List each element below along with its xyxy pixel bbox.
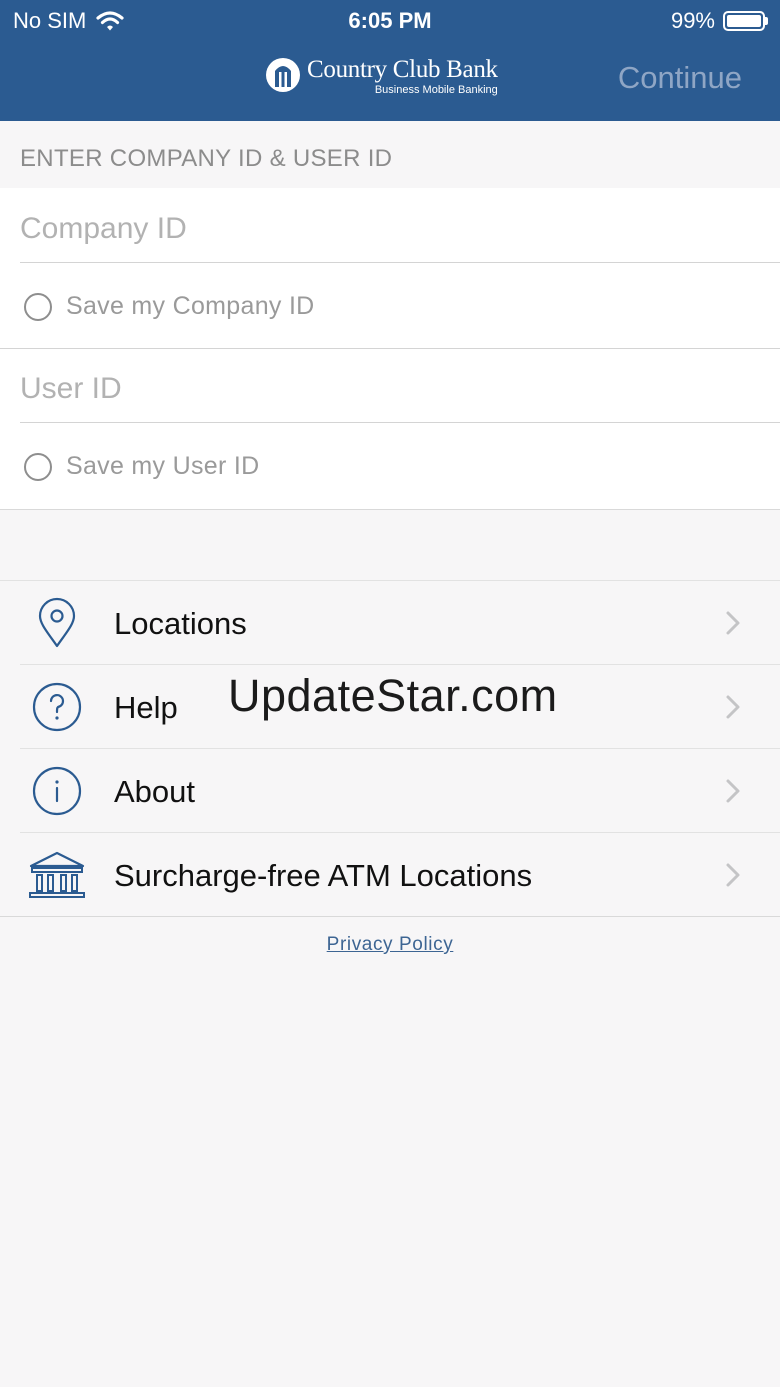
section-label: ENTER COMPANY ID & USER ID [20, 145, 393, 172]
brand-logo: Country Club Bank Business Mobile Bankin… [265, 57, 498, 105]
privacy-policy-link[interactable]: Privacy Policy [0, 934, 780, 956]
menu-item-label: Help [114, 690, 178, 725]
battery-icon [723, 11, 765, 31]
brand-name: Country Club Bank [307, 56, 498, 83]
divider [0, 348, 780, 349]
chevron-right-icon [726, 779, 740, 803]
chevron-right-icon [726, 863, 740, 887]
bank-logo-icon [266, 58, 300, 92]
save-user-id-checkbox[interactable]: Save my User ID [24, 452, 259, 481]
save-company-id-label: Save my Company ID [66, 292, 315, 320]
battery-percent: 99% [670, 8, 715, 33]
divider [20, 422, 780, 423]
radio-circle-icon[interactable] [24, 292, 52, 321]
menu-item-label: Locations [114, 606, 247, 641]
menu-item-locations[interactable]: Locations [0, 581, 780, 665]
chevron-right-icon [726, 695, 740, 719]
location-pin-icon [26, 595, 88, 651]
watermark-text: UpdateStar.com [228, 670, 558, 721]
menu-item-about[interactable]: About [0, 749, 780, 833]
radio-circle-icon[interactable] [24, 452, 52, 481]
menu-item-surcharge-free-atm[interactable]: Surcharge-free ATM Locations [0, 833, 780, 917]
divider [20, 262, 780, 263]
brand-subtitle: Business Mobile Banking [374, 84, 498, 96]
battery-status: 99% [671, 8, 768, 34]
chevron-right-icon [726, 611, 740, 635]
user-id-input[interactable] [20, 369, 760, 409]
continue-button[interactable]: Continue [618, 60, 742, 96]
menu-item-label: About [114, 774, 196, 809]
info-circle-icon [26, 763, 88, 819]
question-circle-icon [26, 679, 88, 735]
menu-item-label: Surcharge-free ATM Locations [114, 858, 533, 893]
bank-building-icon [26, 847, 88, 903]
company-id-input[interactable] [20, 209, 760, 249]
status-bar: No SIM 6:05 PM 99% [0, 0, 780, 40]
login-form: Save my Company ID Save my User ID [0, 188, 780, 510]
save-user-id-label: Save my User ID [66, 452, 260, 480]
clock: 6:05 PM [348, 8, 432, 33]
menu-list: Locations Help About Surcharge-free ATM … [0, 580, 780, 917]
app-header: No SIM 6:05 PM 99% Country Club Bank Bus… [0, 0, 780, 121]
save-company-id-checkbox[interactable]: Save my Company ID [24, 292, 315, 321]
